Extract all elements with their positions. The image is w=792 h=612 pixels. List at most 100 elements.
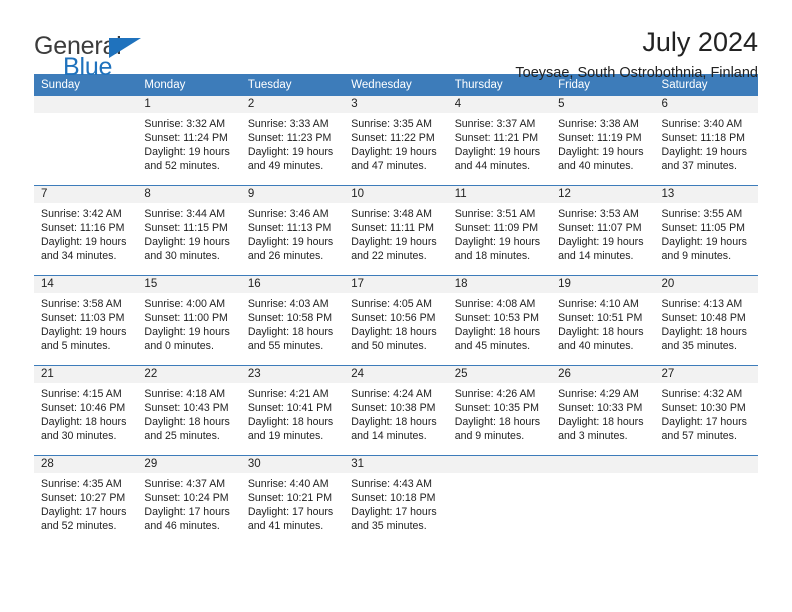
day-cell: 21 Sunrise: 4:15 AM Sunset: 10:46 PM Daylig… xyxy=(34,366,138,455)
sunrise-text: Sunrise: 3:58 AM xyxy=(41,298,122,310)
calendar-cell[interactable]: 2 Sunrise: 3:33 AM Sunset: 11:23 PM Dayligh… xyxy=(240,96,345,186)
sunrise-text: Sunrise: 3:55 AM xyxy=(661,208,743,220)
sunset-text: Sunset: 10:18 PM xyxy=(351,492,436,505)
day-number: 31 xyxy=(344,456,448,473)
day-number: 25 xyxy=(447,366,552,383)
day-cell xyxy=(34,96,138,185)
sunrise-text: Sunrise: 4:24 AM xyxy=(351,388,432,400)
calendar-cell[interactable]: 28 Sunrise: 4:35 AM Sunset: 10:27 PM Daylig… xyxy=(34,455,138,545)
day-cell: 26 Sunrise: 4:29 AM Sunset: 10:33 PM Daylig… xyxy=(551,366,655,455)
day-cell: 17 Sunrise: 4:05 AM Sunset: 10:56 PM Daylig… xyxy=(344,276,448,365)
sunset-text: Sunset: 10:56 PM xyxy=(351,312,436,325)
sunrise-text: Sunrise: 4:26 AM xyxy=(454,388,536,400)
sunrise-text: Sunrise: 4:15 AM xyxy=(41,388,122,400)
day-cell: 14 Sunrise: 3:58 AM Sunset: 11:03 PM Daylig… xyxy=(34,276,138,365)
day-cell: 6 Sunrise: 3:40 AM Sunset: 11:18 PM Dayligh… xyxy=(654,96,758,185)
calendar-cell[interactable]: 21 Sunrise: 4:15 AM Sunset: 10:46 PM Daylig… xyxy=(34,365,138,456)
sunrise-text: Sunrise: 4:03 AM xyxy=(247,298,329,310)
calendar-cell[interactable]: 17 Sunrise: 4:05 AM Sunset: 10:56 PM Daylig… xyxy=(344,275,448,366)
sunset-text: Sunset: 11:07 PM xyxy=(558,222,642,235)
day-details: Sunrise: 4:05 AM Sunset: 10:56 PM Daylight… xyxy=(344,293,447,353)
daylight-text-line2: and 25 minutes. xyxy=(144,430,220,443)
sunset-text: Sunset: 10:48 PM xyxy=(661,312,746,325)
day-details: Sunrise: 4:08 AM Sunset: 10:53 PM Daylight… xyxy=(448,293,551,353)
calendar-cell[interactable]: 7 Sunrise: 3:42 AM Sunset: 11:16 PM Dayligh… xyxy=(34,185,138,276)
sunset-text: Sunset: 11:15 PM xyxy=(144,222,228,235)
daylight-text-line2: and 50 minutes. xyxy=(351,340,427,353)
calendar-cell[interactable]: 30 Sunrise: 4:40 AM Sunset: 10:21 PM Daylig… xyxy=(240,455,345,545)
calendar-cell[interactable]: 16 Sunrise: 4:03 AM Sunset: 10:58 PM Daylig… xyxy=(240,275,345,366)
daylight-text-line2: and 46 minutes. xyxy=(144,520,220,533)
calendar-cell[interactable]: 24 Sunrise: 4:24 AM Sunset: 10:38 PM Daylig… xyxy=(344,365,448,456)
day-cell: 12 Sunrise: 3:53 AM Sunset: 11:07 PM Daylig… xyxy=(551,186,655,275)
day-number: 3 xyxy=(344,96,448,113)
calendar-cell[interactable]: 27 Sunrise: 4:32 AM Sunset: 10:30 PM Daylig… xyxy=(654,365,758,456)
calendar-cell[interactable]: 31 Sunrise: 4:43 AM Sunset: 10:18 PM Daylig… xyxy=(344,455,448,545)
calendar-cell[interactable]: 29 Sunrise: 4:37 AM Sunset: 10:24 PM Daylig… xyxy=(137,455,241,545)
calendar-cell[interactable]: 22 Sunrise: 4:18 AM Sunset: 10:43 PM Daylig… xyxy=(137,365,241,456)
day-cell: 16 Sunrise: 4:03 AM Sunset: 10:58 PM Daylig… xyxy=(240,276,345,365)
daylight-text-line2: and 5 minutes. xyxy=(41,340,111,353)
calendar-cell[interactable]: 19 Sunrise: 4:10 AM Sunset: 10:51 PM Daylig… xyxy=(551,275,655,366)
calendar-cell[interactable]: 11 Sunrise: 3:51 AM Sunset: 11:09 PM Daylig… xyxy=(447,185,552,276)
calendar-cell[interactable]: 20 Sunrise: 4:13 AM Sunset: 10:48 PM Daylig… xyxy=(654,275,758,366)
sunset-text: Sunset: 10:38 PM xyxy=(351,402,436,415)
calendar-week-row: 7 Sunrise: 3:42 AM Sunset: 11:16 PM Dayligh… xyxy=(34,185,758,276)
calendar-cell[interactable]: 25 Sunrise: 4:26 AM Sunset: 10:35 PM Daylig… xyxy=(447,365,552,456)
day-details: Sunrise: 4:32 AM Sunset: 10:30 PM Daylight… xyxy=(655,383,758,443)
sunrise-text: Sunrise: 3:35 AM xyxy=(351,118,432,130)
day-number: 11 xyxy=(447,186,552,203)
calendar-cell[interactable]: 10 Sunrise: 3:48 AM Sunset: 11:11 PM Daylig… xyxy=(344,185,448,276)
calendar-cell[interactable]: 1 Sunrise: 3:32 AM Sunset: 11:24 PM Dayligh… xyxy=(137,96,241,186)
daylight-text-line2: and 35 minutes. xyxy=(661,340,737,353)
calendar-cell[interactable]: 14 Sunrise: 3:58 AM Sunset: 11:03 PM Daylig… xyxy=(34,275,138,366)
sunrise-text: Sunrise: 3:40 AM xyxy=(661,118,743,130)
day-details: Sunrise: 3:44 AM Sunset: 11:15 PM Daylight… xyxy=(137,203,240,263)
daylight-text-line2: and 40 minutes. xyxy=(558,340,634,353)
day-cell xyxy=(447,456,552,545)
calendar-cell[interactable]: 3 Sunrise: 3:35 AM Sunset: 11:22 PM Dayligh… xyxy=(344,96,448,186)
sunrise-text: Sunrise: 3:42 AM xyxy=(41,208,122,220)
sunrise-text: Sunrise: 4:05 AM xyxy=(351,298,432,310)
daylight-text-line2: and 37 minutes. xyxy=(661,160,737,173)
sunrise-text: Sunrise: 4:00 AM xyxy=(144,298,226,310)
daylight-text-line1: Daylight: 17 hours xyxy=(144,506,230,519)
calendar-cell[interactable]: 18 Sunrise: 4:08 AM Sunset: 10:53 PM Daylig… xyxy=(447,275,552,366)
calendar-cell[interactable]: 26 Sunrise: 4:29 AM Sunset: 10:33 PM Daylig… xyxy=(551,365,655,456)
sunrise-text: Sunrise: 3:53 AM xyxy=(558,208,639,220)
calendar-week-row: 14 Sunrise: 3:58 AM Sunset: 11:03 PM Daylig… xyxy=(34,275,758,366)
day-cell xyxy=(654,456,758,545)
day-cell: 5 Sunrise: 3:38 AM Sunset: 11:19 PM Dayligh… xyxy=(551,96,655,185)
day-details: Sunrise: 4:15 AM Sunset: 10:46 PM Daylight… xyxy=(34,383,137,443)
day-cell: 27 Sunrise: 4:32 AM Sunset: 10:30 PM Daylig… xyxy=(654,366,758,455)
calendar-cell[interactable]: 23 Sunrise: 4:21 AM Sunset: 10:41 PM Daylig… xyxy=(240,365,345,456)
calendar-cell[interactable]: 6 Sunrise: 3:40 AM Sunset: 11:18 PM Dayligh… xyxy=(654,96,758,186)
title-block: July 2024 Toeysae, South Ostrobothnia, F… xyxy=(515,26,758,82)
calendar-cell[interactable]: 9 Sunrise: 3:46 AM Sunset: 11:13 PM Dayligh… xyxy=(240,185,345,276)
calendar-cell[interactable]: 8 Sunrise: 3:44 AM Sunset: 11:15 PM Dayligh… xyxy=(137,185,241,276)
sunset-text: Sunset: 10:30 PM xyxy=(661,402,746,415)
day-number: 20 xyxy=(654,276,758,293)
sunset-text: Sunset: 11:00 PM xyxy=(144,312,228,325)
day-number xyxy=(34,96,138,113)
sunrise-text: Sunrise: 4:37 AM xyxy=(144,478,226,490)
calendar-cell[interactable]: 13 Sunrise: 3:55 AM Sunset: 11:05 PM Daylig… xyxy=(654,185,758,276)
calendar-cell[interactable]: 15 Sunrise: 4:00 AM Sunset: 11:00 PM Daylig… xyxy=(137,275,241,366)
day-cell: 13 Sunrise: 3:55 AM Sunset: 11:05 PM Daylig… xyxy=(654,186,758,275)
triangle-icon xyxy=(109,38,141,58)
daylight-text-line1: Daylight: 17 hours xyxy=(247,506,334,519)
calendar-cell[interactable]: 4 Sunrise: 3:37 AM Sunset: 11:21 PM Dayligh… xyxy=(447,96,552,186)
daylight-text-line1: Daylight: 19 hours xyxy=(41,236,127,249)
sunset-text: Sunset: 11:19 PM xyxy=(558,132,642,145)
general-blue-logo: General Blue xyxy=(34,26,214,82)
calendar-cell[interactable]: 5 Sunrise: 3:38 AM Sunset: 11:19 PM Dayligh… xyxy=(551,96,655,186)
calendar-page: General Blue July 2024 Toeysae, South Os… xyxy=(0,0,792,612)
calendar-cell[interactable]: 12 Sunrise: 3:53 AM Sunset: 11:07 PM Daylig… xyxy=(551,185,655,276)
sunset-text: Sunset: 10:21 PM xyxy=(247,492,333,505)
page-title: July 2024 xyxy=(642,27,758,57)
daylight-text-line1: Daylight: 18 hours xyxy=(351,416,437,429)
daylight-text-line2: and 14 minutes. xyxy=(558,250,634,263)
day-details: Sunrise: 4:00 AM Sunset: 11:00 PM Daylight… xyxy=(137,293,240,353)
calendar-body: 1 Sunrise: 3:32 AM Sunset: 11:24 PM Dayligh… xyxy=(34,96,758,545)
daylight-text-line2: and 52 minutes. xyxy=(144,160,220,173)
